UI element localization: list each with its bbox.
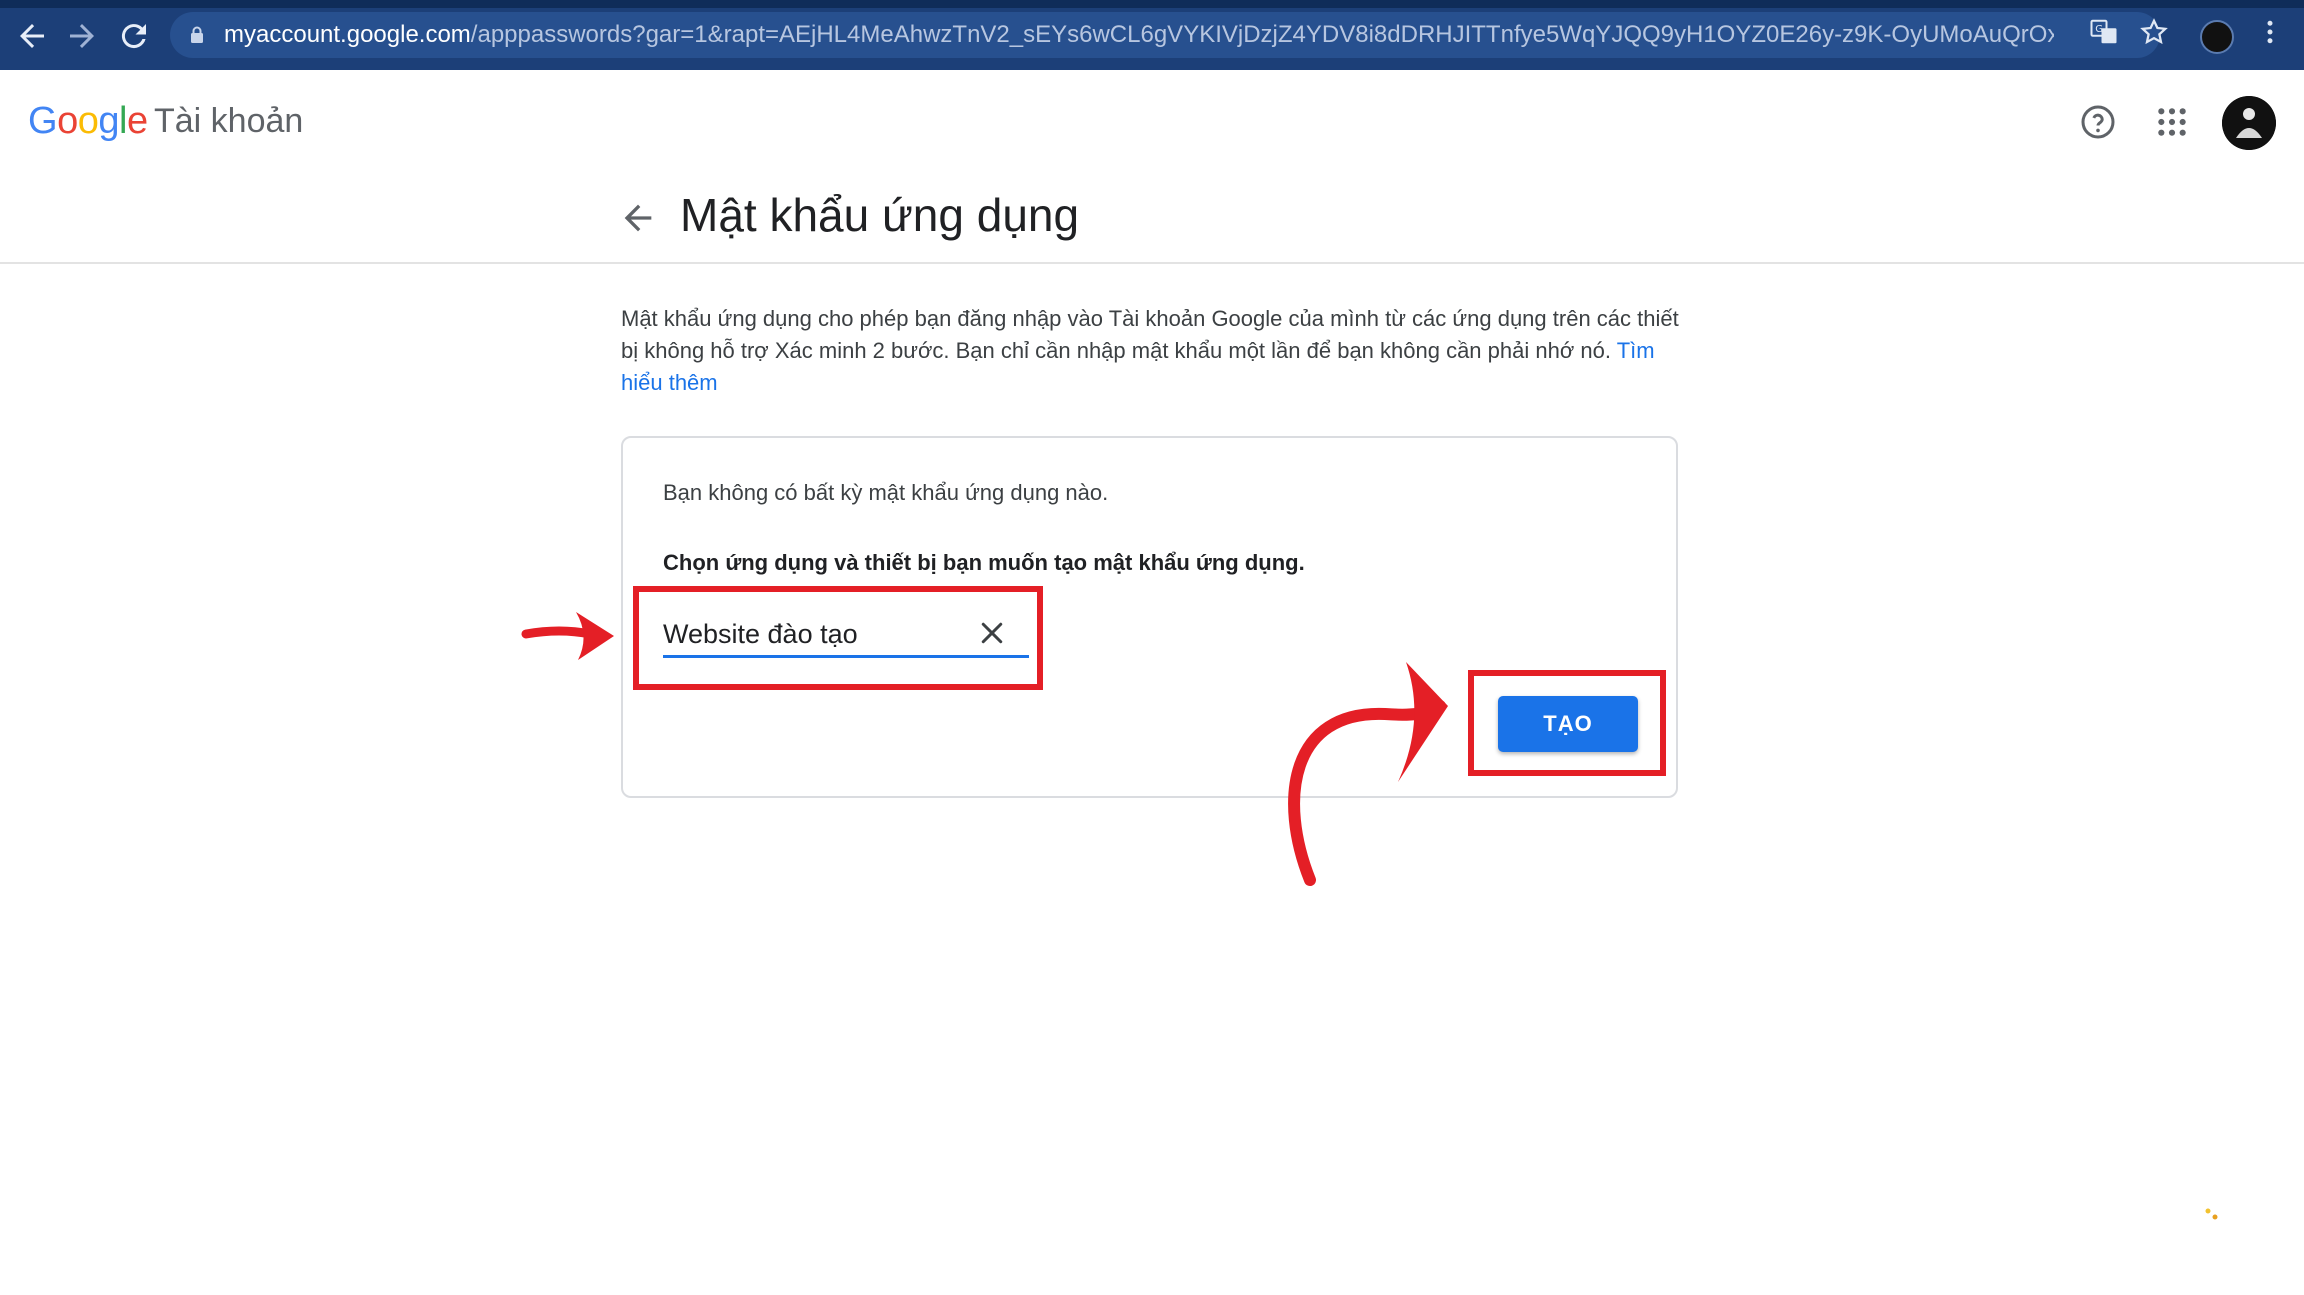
reload-icon[interactable]: [116, 18, 152, 54]
url-text: myaccount.google.com/apppasswords?gar=1&…: [224, 21, 2054, 49]
logo-letter: l: [118, 100, 127, 142]
address-bar[interactable]: myaccount.google.com/apppasswords?gar=1&…: [170, 12, 2160, 58]
lock-icon[interactable]: [190, 26, 204, 44]
apps-grid-icon[interactable]: [2156, 106, 2188, 138]
input-highlight-box: [633, 586, 1043, 690]
button-highlight-box: [1468, 670, 1666, 776]
page-title: Mật khẩu ứng dụng: [680, 189, 1080, 241]
svg-text:G: G: [2095, 24, 2103, 35]
account-avatar[interactable]: [2222, 96, 2276, 150]
logo-letter: o: [57, 100, 78, 142]
logo-letter: g: [98, 100, 119, 142]
back-arrow-icon[interactable]: [14, 18, 50, 54]
translate-icon[interactable]: G: [2086, 17, 2122, 53]
logo-letter: o: [77, 100, 99, 142]
profile-avatar[interactable]: [2200, 20, 2234, 54]
brand-label: Tài khoản: [154, 102, 304, 140]
logo-letter: e: [126, 100, 148, 142]
browser-toolbar: myaccount.google.com/apppasswords?gar=1&…: [0, 0, 2304, 70]
tab-strip: [0, 0, 2304, 8]
account-header: Google Tài khoản: [0, 70, 2304, 174]
back-arrow-icon[interactable]: [618, 198, 658, 238]
select-app-prompt: Chọn ứng dụng và thiết bị bạn muốn tạo m…: [663, 550, 1305, 575]
url-domain: myaccount.google.com: [224, 21, 471, 48]
url-path: /apppasswords?gar=1&rapt=AEjHL4MeAhwzTnV…: [470, 21, 2054, 48]
description-text: Mật khẩu ứng dụng cho phép bạn đăng nhập…: [621, 303, 1681, 399]
google-logo[interactable]: Google: [28, 100, 148, 143]
arrow-right-icon: [521, 612, 614, 660]
star-icon[interactable]: [2136, 17, 2172, 53]
help-icon[interactable]: [2080, 104, 2116, 140]
logo-letter: G: [28, 100, 58, 142]
sparkle-icon: [2205, 1208, 2218, 1220]
header-divider: [0, 262, 2304, 264]
empty-state-message: Bạn không có bất kỳ mật khẩu ứng dụng nà…: [663, 480, 1109, 505]
kebab-menu-icon[interactable]: [2252, 17, 2288, 53]
description-body: Mật khẩu ứng dụng cho phép bạn đăng nhập…: [621, 306, 1679, 363]
forward-arrow-icon[interactable]: [64, 18, 100, 54]
